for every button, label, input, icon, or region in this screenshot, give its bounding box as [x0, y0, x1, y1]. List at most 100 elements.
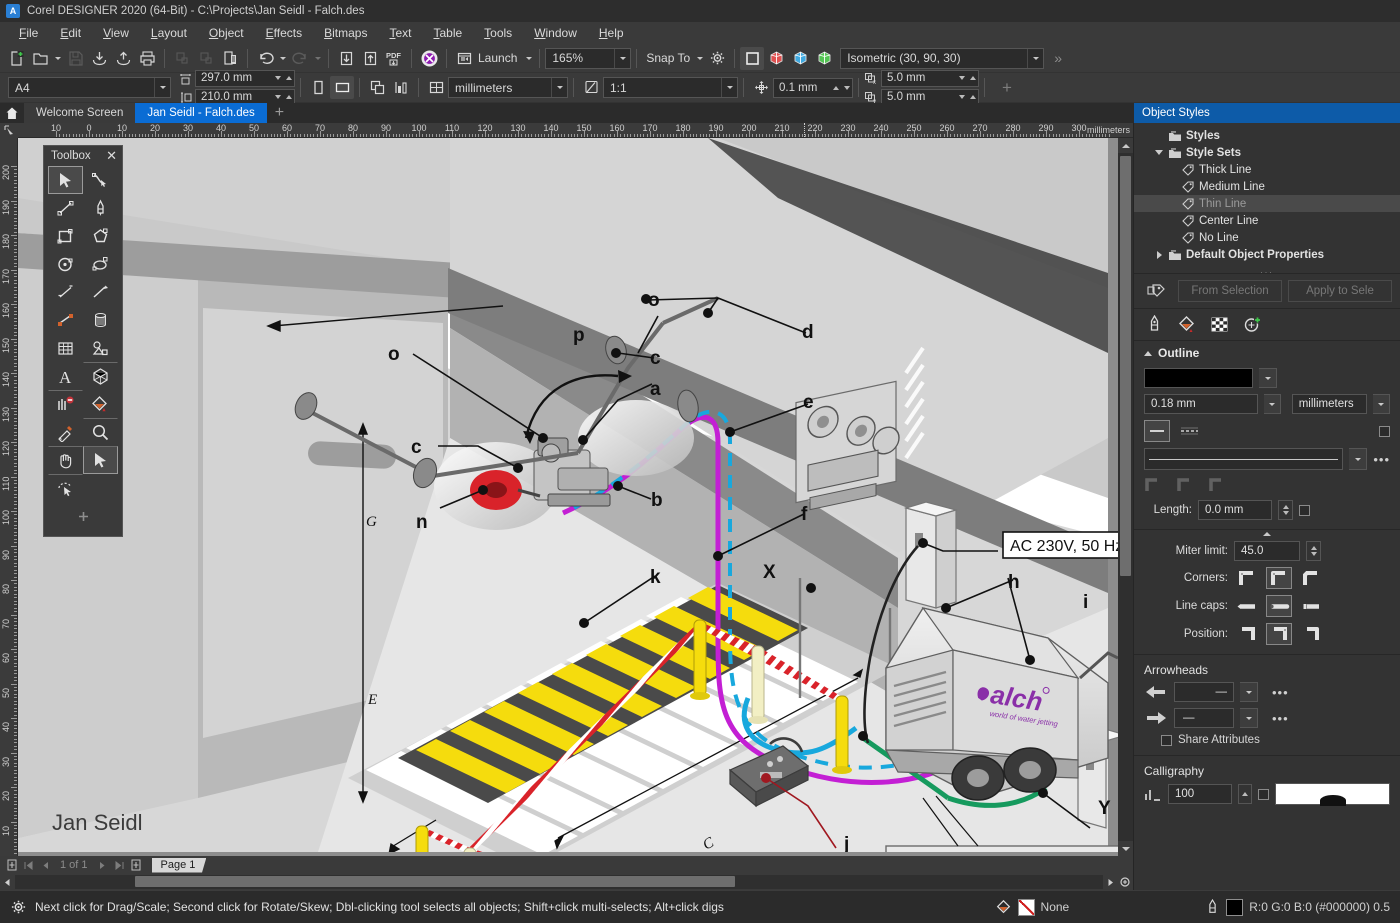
- miter-limit-row[interactable]: Miter limit: 45.0: [1134, 538, 1400, 564]
- position-row[interactable]: Position:: [1134, 620, 1400, 648]
- launch-dropdown[interactable]: [523, 47, 534, 69]
- paste-button[interactable]: [218, 47, 242, 70]
- menu-item-bitmaps[interactable]: Bitmaps: [313, 23, 378, 43]
- new-document-button[interactable]: [4, 47, 28, 70]
- outline-units-dropdown[interactable]: [1373, 394, 1390, 414]
- dimension-tool[interactable]: [48, 278, 83, 306]
- launch-label[interactable]: Launch: [476, 51, 523, 65]
- style-tree-item-no-line[interactable]: No Line: [1134, 229, 1400, 246]
- object-tool[interactable]: [83, 250, 118, 278]
- line-caps-row[interactable]: Line caps:: [1134, 592, 1400, 620]
- page-navigator[interactable]: 1 of 1 Page 1: [0, 856, 1133, 874]
- page-width-input[interactable]: 297.0 mm: [195, 70, 295, 87]
- outline-units-input[interactable]: millimeters: [1292, 394, 1368, 414]
- fill-status-group[interactable]: None: [995, 899, 1070, 916]
- menu-item-view[interactable]: View: [92, 23, 140, 43]
- outline-color-row[interactable]: [1134, 365, 1400, 391]
- miter-limit-input[interactable]: 45.0: [1234, 541, 1300, 561]
- portrait-orientation-button[interactable]: [306, 76, 330, 99]
- menu-item-effects[interactable]: Effects: [255, 23, 313, 43]
- polygon-tool[interactable]: [83, 222, 118, 250]
- units-icon[interactable]: [424, 76, 448, 99]
- undo-dropdown[interactable]: [277, 47, 288, 69]
- cap-round-button[interactable]: [1266, 595, 1292, 617]
- prev-page-icon[interactable]: [38, 858, 53, 873]
- outline-linestyle-row[interactable]: [1134, 417, 1400, 445]
- style-tree-item-medium-line[interactable]: Medium Line: [1134, 178, 1400, 195]
- cap-butt-button[interactable]: [1234, 595, 1260, 617]
- corner-bevel-button[interactable]: [1298, 567, 1324, 589]
- next-page-icon[interactable]: [95, 858, 110, 873]
- first-page-icon[interactable]: [21, 858, 36, 873]
- page-tab-1[interactable]: Page 1: [152, 858, 207, 873]
- style-action-row[interactable]: From Selection Apply to Sele: [1134, 274, 1400, 308]
- blend-tool[interactable]: [48, 390, 83, 418]
- pen-tool[interactable]: [83, 194, 118, 222]
- line-style-more-button[interactable]: •••: [1373, 452, 1390, 467]
- status-gear-icon[interactable]: [10, 899, 27, 916]
- nudge-input[interactable]: 0.1 mm: [773, 78, 853, 98]
- horizontal-scrollbar[interactable]: [0, 874, 1133, 890]
- redo-dropdown[interactable]: [312, 47, 323, 69]
- text-tool[interactable]: A: [48, 362, 83, 390]
- menu-item-tools[interactable]: Tools: [473, 23, 523, 43]
- calligraphy-nib-preview[interactable]: [1275, 783, 1390, 805]
- pan-tool[interactable]: [48, 446, 83, 474]
- dashed-line-button[interactable]: [1176, 420, 1202, 442]
- iso-view-red-icon[interactable]: [764, 47, 788, 70]
- open-document-button[interactable]: [28, 47, 52, 70]
- property-bar[interactable]: A4 297.0 mm 210.0 mm: [0, 73, 1400, 103]
- object-styles-docker[interactable]: StylesStyle SetsThick LineMedium LineThi…: [1133, 123, 1400, 890]
- freehand-pick-tool[interactable]: [48, 474, 83, 502]
- undo-button[interactable]: [253, 47, 277, 70]
- add-page-after-button[interactable]: [129, 858, 144, 873]
- arrowhead-end-preview[interactable]: —: [1174, 708, 1234, 728]
- outline-pen-icon[interactable]: [1146, 315, 1163, 334]
- export-button[interactable]: [111, 47, 135, 70]
- calligraphy-input[interactable]: 100: [1168, 784, 1232, 804]
- style-tree-item-thick-line[interactable]: Thick Line: [1134, 161, 1400, 178]
- style-tree-item-styles[interactable]: Styles: [1134, 127, 1400, 144]
- share-attributes-checkbox[interactable]: [1161, 735, 1172, 746]
- line-style-dropdown[interactable]: [1349, 448, 1367, 470]
- length-input[interactable]: 0.0 mm: [1198, 500, 1272, 520]
- home-icon[interactable]: [0, 103, 24, 123]
- add-property-button[interactable]: +: [990, 78, 1012, 98]
- outline-style-preview-row[interactable]: •••: [1134, 445, 1400, 473]
- open-document-dropdown[interactable]: [52, 47, 63, 69]
- style-tree-item-center-line[interactable]: Center Line: [1134, 212, 1400, 229]
- vertical-scroll-track[interactable]: [1118, 153, 1133, 841]
- drawing-canvas[interactable]: G E D F C: [18, 138, 1118, 856]
- cut-button[interactable]: [170, 47, 194, 70]
- outline-length-row[interactable]: Length: 0.0 mm: [1134, 497, 1400, 523]
- calligraphy-row[interactable]: 100: [1134, 780, 1400, 808]
- outline-status-group[interactable]: R:0 G:0 B:0 (#000000) 0.5: [1205, 899, 1390, 916]
- length-spinner[interactable]: [1278, 500, 1293, 520]
- tree-twisty[interactable]: [1154, 251, 1164, 259]
- hatch-tool[interactable]: [83, 306, 118, 334]
- share-attributes-row[interactable]: Share Attributes: [1134, 731, 1400, 749]
- last-page-icon[interactable]: [112, 858, 127, 873]
- from-selection-button[interactable]: From Selection: [1178, 280, 1282, 302]
- add-tool[interactable]: [48, 502, 118, 530]
- style-tree-item-thin-line[interactable]: Thin Line: [1134, 195, 1400, 212]
- corner-round-button[interactable]: [1266, 567, 1292, 589]
- arrowhead-end-more-button[interactable]: •••: [1272, 711, 1289, 726]
- calligraphy-spinner[interactable]: [1238, 784, 1252, 804]
- export-file-button[interactable]: [358, 47, 382, 70]
- line-tool[interactable]: [48, 194, 83, 222]
- units-combo[interactable]: millimeters: [448, 77, 568, 98]
- arrowhead-start-dropdown[interactable]: [1240, 682, 1258, 702]
- landscape-orientation-button[interactable]: [330, 76, 354, 99]
- tab-welcome-screen[interactable]: Welcome Screen: [24, 103, 135, 123]
- add-property-icon[interactable]: [1243, 315, 1262, 334]
- scroll-down-button[interactable]: [1118, 841, 1133, 856]
- scale-icon[interactable]: [579, 76, 603, 99]
- style-tree-item-style-sets[interactable]: Style Sets: [1134, 144, 1400, 161]
- redo-button[interactable]: [288, 47, 312, 70]
- menu-item-file[interactable]: File: [8, 23, 49, 43]
- arrowhead-start-preview[interactable]: —: [1174, 682, 1234, 702]
- position-outside-button[interactable]: [1234, 623, 1260, 645]
- pick-tool-2[interactable]: [83, 446, 118, 474]
- pick-tool[interactable]: [48, 166, 83, 194]
